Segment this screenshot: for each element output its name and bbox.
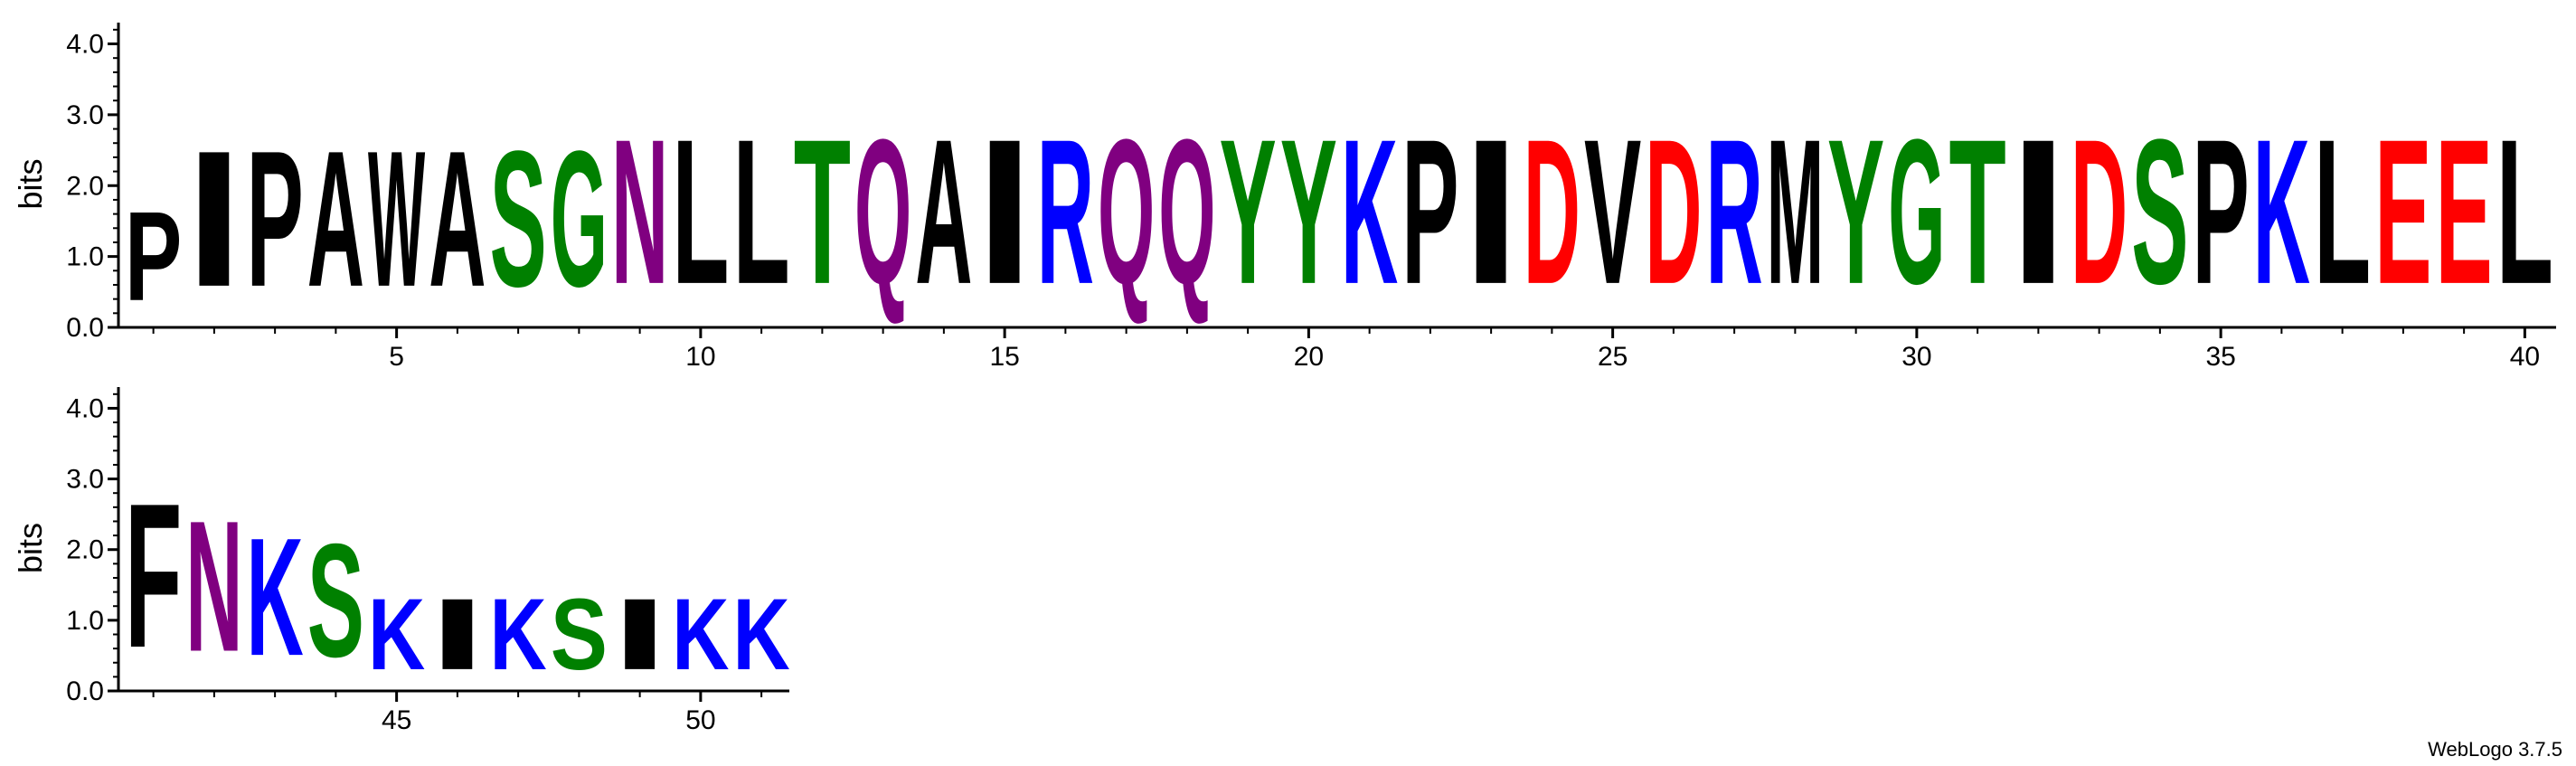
logo-letter-pos-49: I — [611, 578, 668, 691]
y-tick-label: 2.0 — [66, 535, 104, 565]
logo-letter-pos-18: Q — [1158, 98, 1215, 327]
logo-letter-pos-28: M — [1767, 98, 1824, 328]
logo-letter-pos-47: K — [490, 579, 547, 692]
logo-letter-pos-3: P — [247, 111, 304, 327]
logo-letter-pos-23: I — [1463, 98, 1520, 327]
y-tick-label: 1.0 — [66, 242, 104, 272]
logo-letter-pos-24: D — [1524, 96, 1581, 327]
x-tick-label: 35 — [2205, 342, 2235, 372]
logo-letter-pos-12: T — [794, 96, 851, 327]
x-tick-label: 40 — [2510, 342, 2540, 372]
logo-letter-pos-46: I — [429, 578, 486, 691]
y-tick-label: 4.0 — [66, 30, 104, 60]
y-tick-label: 4.0 — [66, 393, 104, 423]
logo-letter-pos-5: W — [368, 110, 425, 327]
logo-letter-pos-30: G — [1888, 98, 1945, 327]
logo-letter-pos-31: T — [1949, 96, 2006, 327]
x-tick-label: 10 — [685, 342, 715, 372]
sequence-logo-chart: 0.01.02.03.04.0bits5 10 15 20 25 30 35 40P I P A W A… — [12, 23, 2562, 761]
logo-letter-pos-37: L — [2314, 96, 2371, 327]
logo-letter-pos-20: Y — [1280, 98, 1337, 328]
logo-letter-pos-14: A — [915, 96, 972, 327]
logo-letter-pos-50: K — [672, 579, 729, 692]
logo-letter-pos-16: R — [1037, 96, 1094, 327]
logo-letter-pos-6: A — [429, 110, 486, 327]
logo-letter-pos-13: Q — [854, 98, 911, 327]
y-tick-label: 3.0 — [66, 100, 104, 130]
logo-letter-pos-43: K — [247, 504, 304, 691]
y-tick-label: 2.0 — [66, 171, 104, 201]
logo-panel-bottom: 0.01.02.03.04.0bits45 50F N K S K I K S I K K — [12, 387, 790, 735]
x-tick-label: 25 — [1598, 342, 1628, 372]
y-axis-label: bits — [12, 523, 49, 573]
logo-letter-pos-10: L — [672, 96, 729, 327]
logo-letter-pos-44: S — [307, 512, 364, 692]
logo-letter-pos-42: N — [185, 481, 242, 691]
weblogo-credit: WebLogo 3.7.5 — [2428, 738, 2562, 761]
logo-letter-pos-40: L — [2496, 96, 2553, 327]
logo-letter-pos-26: D — [1645, 96, 1702, 327]
logo-letter-pos-25: V — [1584, 98, 1641, 328]
logo-letter-pos-11: L — [733, 96, 790, 327]
x-tick-label: 20 — [1294, 342, 1324, 372]
logo-letter-pos-34: S — [2131, 98, 2188, 328]
x-tick-label: 45 — [382, 705, 411, 735]
y-tick-label: 3.0 — [66, 465, 104, 495]
logo-letter-pos-48: S — [551, 578, 608, 691]
logo-letter-pos-29: Y — [1827, 98, 1884, 328]
logo-letter-pos-45: K — [368, 579, 425, 692]
logo-letter-pos-41: F — [125, 461, 182, 691]
logo-letter-pos-36: K — [2253, 96, 2310, 327]
logo-letter-pos-7: S — [490, 111, 547, 327]
logo-letter-pos-15: I — [977, 98, 1033, 327]
x-tick-label: 50 — [685, 705, 715, 735]
x-tick-label: 30 — [1901, 342, 1931, 372]
logo-letter-pos-38: E — [2374, 98, 2431, 328]
logo-letter-pos-51: K — [733, 579, 790, 692]
y-tick-label: 0.0 — [66, 676, 104, 706]
logo-letter-pos-21: K — [1341, 96, 1398, 327]
logo-panel-top: 0.01.02.03.04.0bits5 10 15 20 25 30 35 40P I P A W A… — [12, 23, 2556, 372]
logo-letter-pos-4: A — [307, 110, 364, 327]
logo-letter-pos-39: E — [2436, 98, 2493, 328]
logo-letter-pos-1: P — [125, 185, 182, 327]
x-tick-label: 15 — [989, 342, 1019, 372]
logo-letter-pos-8: G — [551, 111, 608, 327]
logo-letter-pos-17: Q — [1098, 98, 1155, 327]
logo-letter-pos-22: P — [1401, 98, 1458, 328]
logo-letter-pos-33: D — [2071, 96, 2128, 327]
logo-letter-pos-32: I — [2010, 98, 2067, 327]
logo-letter-pos-9: N — [611, 96, 668, 327]
y-tick-label: 0.0 — [66, 313, 104, 343]
logo-letter-pos-27: R — [1706, 96, 1763, 327]
logo-letter-pos-19: Y — [1220, 98, 1277, 328]
y-axis-label: bits — [12, 158, 49, 209]
x-tick-label: 5 — [389, 342, 404, 372]
logo-letter-pos-35: P — [2193, 98, 2250, 328]
y-tick-label: 1.0 — [66, 606, 104, 636]
logo-letter-pos-2: I — [185, 110, 242, 327]
